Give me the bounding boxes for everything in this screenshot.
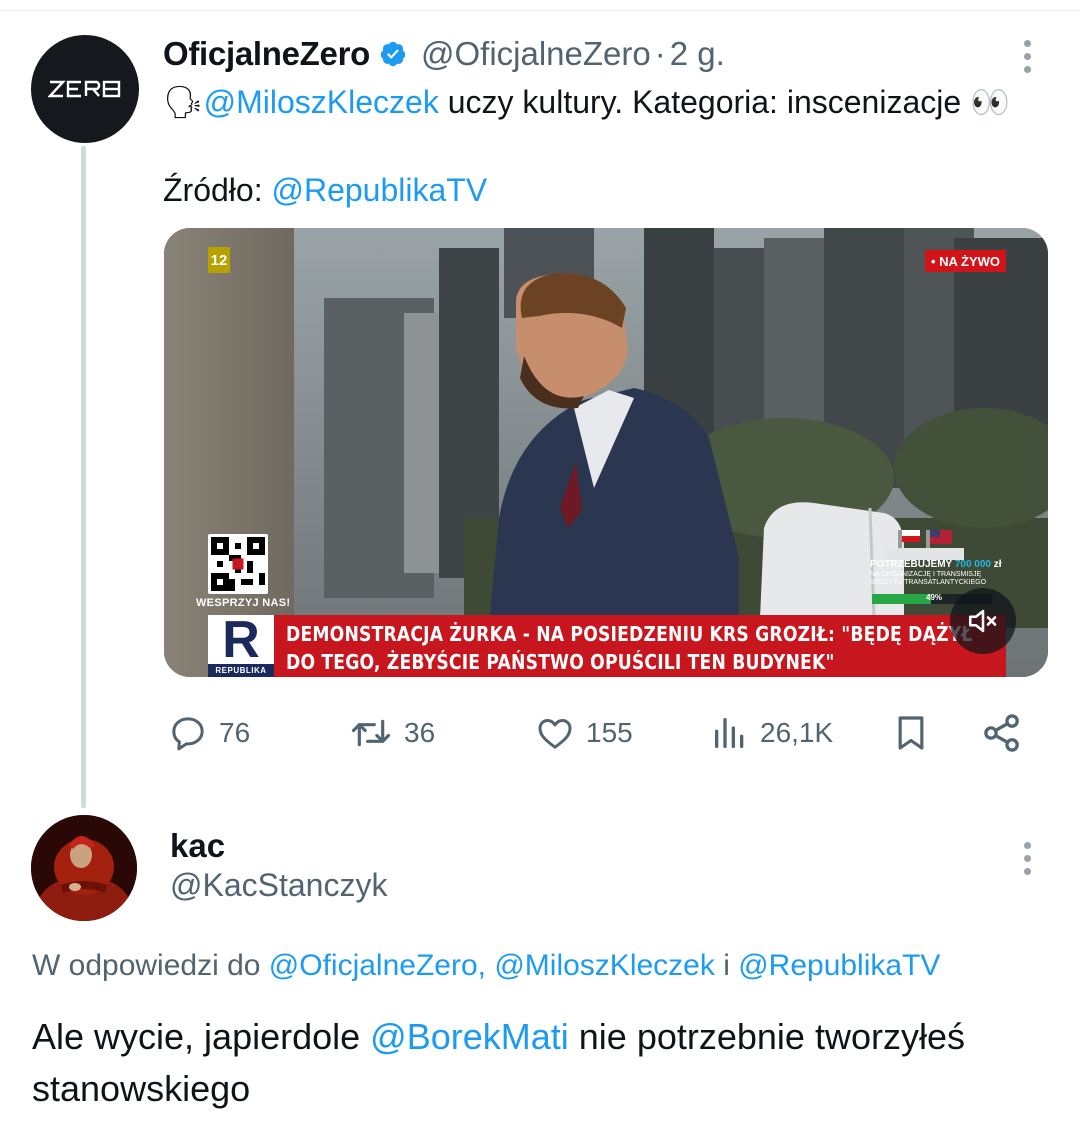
reply-icon bbox=[172, 717, 204, 751]
reply-text-part-1: Ale wycie, japierdole bbox=[32, 1016, 371, 1057]
mute-icon bbox=[968, 609, 997, 633]
tweet-text-body: uczy kultury. Kategoria: inscenizacje bbox=[438, 84, 971, 120]
tweet-action-bar: 76 36 155 26,1K bbox=[163, 705, 1043, 761]
reply-text-mention[interactable]: @BorekMati bbox=[370, 1016, 569, 1057]
mention-link[interactable]: @MiloszKleczek bbox=[204, 84, 439, 120]
qr-label: WESPRZYJ NAS! bbox=[196, 597, 291, 609]
donation-prefix: POTRZEBUJEMY bbox=[870, 559, 955, 570]
repost-icon bbox=[351, 719, 391, 747]
live-badge: • NA ŻYWO bbox=[924, 250, 1006, 272]
ticker-line-2: DO TEGO, ŻEBYŚCIE PAŃSTWO OPUŚCILI TEN B… bbox=[286, 650, 835, 674]
reply-to-mention-3[interactable]: @RepublikaTV bbox=[738, 949, 940, 982]
source-line: Źródło: @RepublikaTV bbox=[163, 168, 487, 212]
logo-letter: R bbox=[222, 611, 260, 669]
views-count: 26,1K bbox=[760, 717, 834, 748]
like-icon bbox=[538, 719, 572, 749]
channel-badge: 12 bbox=[208, 247, 230, 273]
reply-to-mention-2[interactable]: @MiloszKleczek bbox=[494, 949, 715, 982]
views-icon bbox=[715, 718, 744, 748]
video-player[interactable]: 12 • NA ŻYWO WESPRZYJ NAS! POTRZEBUJEMY … bbox=[164, 228, 1048, 677]
repost-button[interactable]: 36 bbox=[348, 705, 435, 761]
author-handle[interactable]: @OficjalneZero bbox=[421, 35, 651, 73]
reply-text: Ale wycie, japierdole @BorekMati nie pot… bbox=[32, 1011, 1052, 1115]
separator-dot: · bbox=[654, 35, 666, 72]
author-name[interactable]: OficjalneZero bbox=[163, 35, 370, 73]
zero-logo bbox=[48, 80, 121, 98]
share-button[interactable] bbox=[980, 705, 1024, 761]
reply-button[interactable]: 76 bbox=[167, 705, 250, 761]
donation-description: NA ORGANIZACJĘ I TRANSMISJĘ SZCZYTU TRAN… bbox=[870, 571, 987, 586]
source-label: Źródło: bbox=[163, 172, 272, 208]
tweet-time[interactable]: 2 g. bbox=[670, 35, 725, 73]
views-button[interactable]: 26,1K bbox=[710, 705, 833, 761]
eyes-emoji: 👀 bbox=[970, 84, 1010, 120]
source-mention-link[interactable]: @RepublikaTV bbox=[271, 172, 487, 208]
reply-more-options-icon[interactable] bbox=[1017, 842, 1037, 881]
reply-author-name[interactable]: kac bbox=[170, 826, 225, 866]
reply-count: 76 bbox=[219, 717, 251, 748]
reply-to-mention-1[interactable]: @OficjalneZero, bbox=[269, 949, 486, 982]
ticker-text: DEMONSTRACJA ŻURKA - NA POSIEDZENIU KRS … bbox=[286, 620, 973, 676]
speaking-head-emoji: 🗣 bbox=[163, 84, 204, 120]
more-options-icon[interactable] bbox=[1017, 40, 1037, 79]
repost-count: 36 bbox=[404, 717, 436, 748]
like-button[interactable]: 155 bbox=[534, 705, 633, 761]
qr-code bbox=[208, 534, 268, 594]
donation-unit: zł bbox=[991, 559, 1002, 570]
bookmark-button[interactable] bbox=[891, 705, 931, 761]
verified-badge-icon bbox=[380, 41, 406, 67]
donation-progress-fill bbox=[872, 594, 931, 604]
share-icon bbox=[984, 714, 1019, 752]
reply-to-joiner: i bbox=[714, 949, 739, 982]
reply-author-handle[interactable]: @KacStanczyk bbox=[170, 865, 387, 905]
ticker-line-1: DEMONSTRACJA ŻURKA - NA POSIEDZENIU KRS … bbox=[286, 622, 973, 646]
donation-percent: 49% bbox=[926, 593, 943, 602]
top-divider bbox=[0, 10, 1080, 11]
reply-context: W odpowiedzi do @OficjalneZero, @MiloszK… bbox=[32, 946, 940, 986]
donation-amount: 700 000 bbox=[954, 559, 991, 570]
like-count: 155 bbox=[586, 717, 633, 748]
mute-button[interactable] bbox=[950, 588, 1016, 654]
tweet-header: OficjalneZero @OficjalneZero · 2 g. bbox=[163, 32, 725, 76]
avatar-image bbox=[31, 815, 137, 921]
thread-line bbox=[81, 146, 86, 808]
tweet-text: 🗣@MiloszKleczek uczy kultury. Kategoria:… bbox=[163, 80, 1053, 124]
avatar-oficjalnezero[interactable] bbox=[31, 35, 139, 143]
donation-headline: POTRZEBUJEMY 700 000 zł bbox=[870, 559, 1002, 570]
republika-logo: R REPUBLIKA bbox=[208, 611, 274, 677]
logo-caption: REPUBLIKA bbox=[208, 664, 274, 677]
reply-to-label: W odpowiedzi do bbox=[32, 949, 269, 982]
avatar-kacstanczyk[interactable] bbox=[31, 815, 137, 921]
bookmark-icon bbox=[898, 716, 924, 750]
